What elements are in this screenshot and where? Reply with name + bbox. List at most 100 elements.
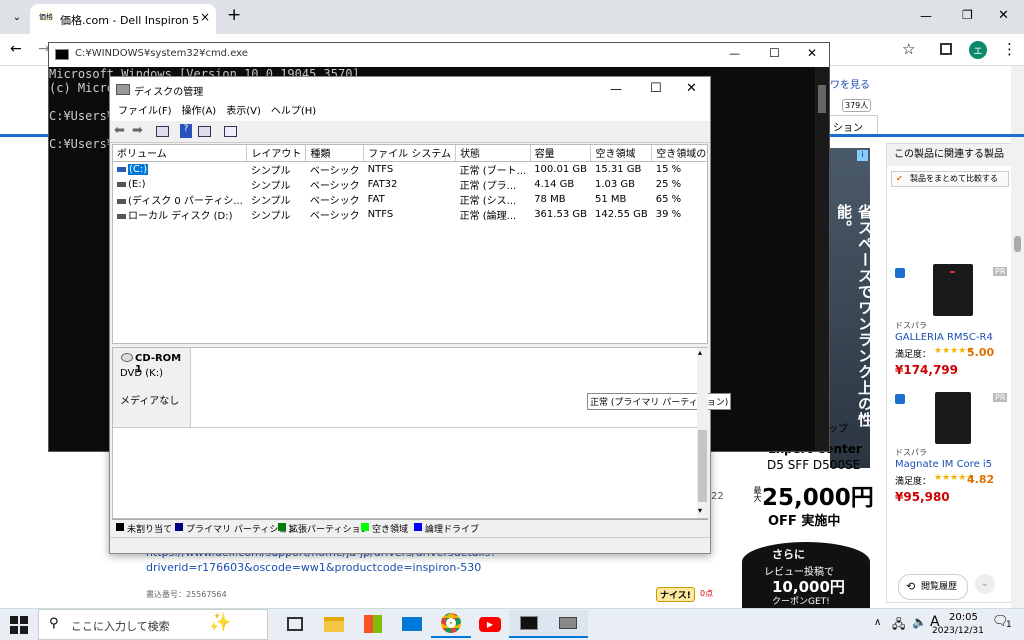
product-checkbox[interactable] [895, 268, 905, 278]
store-icon[interactable] [353, 610, 393, 638]
browser-tab[interactable]: 価格 価格.com - Dell Inspiron 530 の × [30, 4, 216, 34]
cmd-scrollbar[interactable] [815, 67, 829, 451]
menu-action[interactable]: 操作(A) [177, 103, 222, 121]
task-view-icon[interactable] [275, 610, 315, 638]
product-image[interactable] [933, 264, 973, 316]
toolbar-console-icon[interactable] [156, 126, 169, 137]
chrome-icon[interactable] [431, 610, 471, 638]
cdrom-partition-area[interactable] [191, 348, 697, 428]
dm-titlebar[interactable]: ディスクの管理 — ☐ ✕ [110, 77, 710, 103]
disk-graphical-view[interactable]: CD-ROM 1 DVD (K:) メディアなし 正常 (プライマリ パーティシ… [112, 347, 732, 519]
table-row[interactable]: (ディスク 0 パーティシ... シンプル ベーシック FAT 正常 (シス..… [113, 192, 707, 207]
profile-avatar[interactable]: エ [969, 41, 987, 59]
col-layout[interactable]: レイアウト [246, 145, 307, 162]
cmd-maximize-button[interactable]: ☐ [769, 46, 780, 60]
tab-close-icon[interactable]: × [200, 10, 210, 24]
sidepanel-icon[interactable] [940, 43, 952, 55]
cmd-titlebar[interactable]: C:¥WINDOWS¥system32¥cmd.exe — ☐ ✕ [49, 43, 829, 67]
back-button[interactable]: ← [10, 41, 22, 57]
col-status[interactable]: 状態 [455, 145, 531, 162]
new-tab-button[interactable]: + [227, 5, 241, 25]
history-button[interactable]: ⟲ 閲覧履歴 [898, 574, 968, 600]
col-free[interactable]: 空き領域 [590, 145, 653, 162]
graphical-scrollbar-thumb[interactable] [698, 430, 707, 502]
diskmgmt-taskbar-icon[interactable] [548, 610, 588, 638]
menu-file[interactable]: ファイル(F) [113, 103, 177, 121]
product-name[interactable]: GALLERIA RM5C-R4 [895, 332, 993, 343]
nice-button[interactable]: ナイス! [656, 587, 695, 602]
toolbar-properties-icon[interactable] [224, 126, 237, 137]
clock-date[interactable]: 2023/12/31 [932, 626, 984, 636]
table-row[interactable]: (C:) シンプル ベーシック NTFS 正常 (ブート... 100.01 G… [113, 161, 707, 177]
page-scrollbar[interactable] [1011, 66, 1024, 608]
ad-fragment: ップ [828, 424, 848, 435]
product-name[interactable]: Magnate IM Core i5 [895, 459, 992, 470]
product-image[interactable] [935, 392, 971, 444]
toolbar-back-icon[interactable]: ⬅ [114, 123, 125, 138]
cdrom-info[interactable]: CD-ROM 1 DVD (K:) メディアなし [113, 348, 191, 428]
compare-button[interactable]: ✔ 製品をまとめて比較する [891, 171, 1009, 187]
cmd-taskbar-icon[interactable] [509, 610, 549, 638]
scrollbar-thumb[interactable] [1014, 236, 1021, 252]
cell-capacity: 100.01 GB [534, 163, 587, 175]
tray-chevron-icon[interactable]: ∧ [874, 617, 881, 628]
ad2-line4: クーポンGET! [772, 597, 830, 607]
youtube-icon[interactable]: ▶ [470, 610, 510, 638]
cell-free: 15.31 GB [594, 163, 642, 175]
window-minimize-button[interactable]: — [920, 9, 932, 23]
volume-table: ボリューム レイアウト 種類 ファイル システム 状態 容量 空き領域 空き領域… [113, 145, 707, 222]
related-title: この製品に関連する製品 [887, 144, 1011, 166]
scroll-down-icon[interactable]: ⌄ [975, 574, 995, 594]
clock-time[interactable]: 20:05 [949, 612, 978, 623]
cell-free: 51 MB [594, 193, 627, 205]
dm-minimize-button[interactable]: — [610, 82, 622, 96]
cmd-close-button[interactable]: ✕ [807, 46, 817, 60]
cell-layout: シンプル [250, 210, 291, 222]
cell-free: 142.55 GB [594, 208, 648, 220]
window-maximize-button[interactable]: ❐ [962, 8, 973, 22]
toolbar-forward-icon[interactable]: ➡ [132, 123, 143, 138]
window-close-button[interactable]: ✕ [998, 8, 1009, 23]
col-free-percent[interactable]: 空き領域の割... [651, 145, 707, 162]
ad2-banner[interactable]: さらに レビュー投稿で 10,000円 クーポンGET! [742, 542, 870, 608]
cell-status: 正常 (ブート... [459, 165, 527, 177]
cmd-scrollbar-thumb[interactable] [818, 85, 826, 113]
volume-name: ローカル ディスク (D:) [128, 210, 233, 222]
col-volume[interactable]: ボリューム [113, 145, 248, 162]
mail-icon[interactable] [392, 610, 432, 638]
adchoices-icon[interactable]: i [857, 150, 868, 161]
driver-url-line2[interactable]: driverid=r176603&oscode=ww1&productcode=… [146, 561, 481, 574]
tab-search-chevron-icon[interactable]: ⌄ [8, 8, 26, 26]
scroll-down-arrow-icon[interactable]: ▾ [698, 506, 702, 515]
compare-label: 製品をまとめて比較する [910, 174, 998, 183]
cdrom-media: メディアなし [120, 396, 180, 407]
graphical-scrollbar[interactable]: ▴ ▾ [697, 348, 708, 518]
browser-menu-icon[interactable]: ⋮ [1002, 40, 1017, 58]
product-checkbox[interactable] [895, 394, 905, 404]
table-row[interactable]: ローカル ディスク (D:) シンプル ベーシック NTFS 正常 (論理...… [113, 207, 707, 222]
table-row[interactable]: (E:) シンプル ベーシック FAT32 正常 (プラ... 4.14 GB … [113, 177, 707, 192]
col-capacity[interactable]: 容量 [530, 145, 592, 162]
volume-list[interactable]: ボリューム レイアウト 種類 ファイル システム 状態 容量 空き領域 空き領域… [112, 144, 708, 344]
dm-maximize-button[interactable]: ☐ [650, 81, 662, 96]
menu-view[interactable]: 表示(V) [221, 103, 266, 121]
volume-icon[interactable]: 🔈 [912, 615, 927, 629]
taskbar-search-box[interactable]: ⚲ ここに入力して検索 ✨ [38, 609, 268, 640]
legend-label: 未割り当て [127, 525, 173, 535]
bookmark-star-icon[interactable]: ☆ [902, 40, 915, 58]
dm-close-button[interactable]: ✕ [686, 81, 697, 96]
disk-management-window[interactable]: ディスクの管理 — ☐ ✕ ファイル(F) 操作(A) 表示(V) ヘルプ(H) ⬅ … [109, 76, 732, 554]
link-see-more[interactable]: ワを見る [830, 76, 870, 91]
power-led [950, 271, 955, 273]
network-icon[interactable]: 🖧 [892, 615, 905, 636]
menu-help[interactable]: ヘルプ(H) [266, 103, 321, 121]
toolbar-help-icon[interactable]: ? [180, 124, 192, 138]
explorer-icon[interactable] [314, 610, 354, 638]
scroll-up-icon[interactable]: ▴ [698, 348, 702, 357]
col-type[interactable]: 種類 [305, 145, 365, 162]
cmd-minimize-button[interactable]: — [729, 47, 740, 60]
tab-session[interactable]: ション [826, 115, 878, 135]
toolbar-list-icon[interactable] [198, 126, 211, 137]
col-filesystem[interactable]: ファイル システム [363, 145, 457, 162]
windows-start-icon[interactable] [10, 616, 28, 634]
